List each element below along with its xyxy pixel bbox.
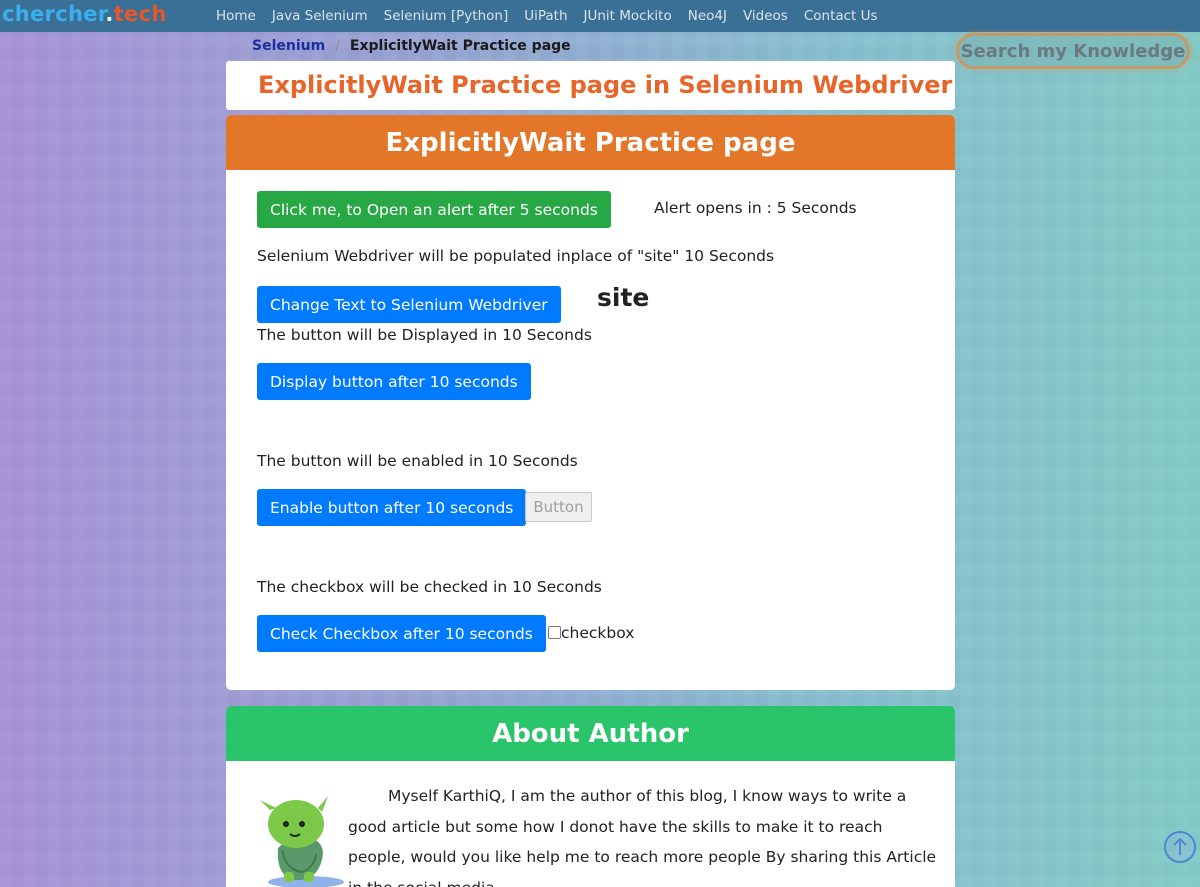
title-card: ExplicitlyWait Practice page in Selenium…: [226, 61, 955, 110]
logo-part-chercher: chercher: [2, 2, 106, 26]
breadcrumb-selenium[interactable]: Selenium: [252, 38, 325, 54]
site-logo[interactable]: chercher.tech: [2, 2, 167, 26]
scroll-to-top-button[interactable]: [1164, 831, 1196, 863]
display-info-text: The button will be Displayed in 10 Secon…: [257, 326, 592, 344]
check-checkbox-button[interactable]: Check Checkbox after 10 seconds: [257, 615, 546, 652]
checkbox-label: checkbox: [561, 624, 635, 642]
about-heading: About Author: [492, 718, 689, 749]
practice-header: ExplicitlyWait Practice page: [226, 115, 955, 170]
breadcrumb: Selenium / ExplicitlyWait Practice page: [252, 38, 571, 54]
alert-info-text: Alert opens in : 5 Seconds: [654, 199, 857, 217]
top-navbar: chercher.tech Home Java Selenium Seleniu…: [0, 0, 1200, 32]
display-button[interactable]: Display button after 10 seconds: [257, 363, 531, 400]
change-text-button[interactable]: Change Text to Selenium Webdriver: [257, 286, 561, 323]
enable-info-text: The button will be enabled in 10 Seconds: [257, 452, 578, 470]
main-nav: Home Java Selenium Selenium [Python] UiP…: [216, 0, 894, 32]
site-text: site: [597, 283, 650, 312]
nav-junit-mockito[interactable]: JUnit Mockito: [584, 8, 672, 24]
search-knowledge-button[interactable]: Search my Knowledge: [956, 33, 1190, 69]
about-text: Myself KarthiQ, I am the author of this …: [348, 787, 937, 887]
open-alert-button[interactable]: Click me, to Open an alert after 5 secon…: [257, 191, 611, 228]
enable-button[interactable]: Enable button after 10 seconds: [257, 489, 527, 526]
about-author-card: About Author Myself KarthiQ, I am the au…: [226, 706, 955, 887]
practice-heading: ExplicitlyWait Practice page: [385, 127, 796, 158]
disabled-button[interactable]: Button: [525, 492, 592, 522]
breadcrumb-separator: /: [335, 38, 340, 54]
logo-dot: .: [105, 2, 114, 26]
populate-info-text: Selenium Webdriver will be populated inp…: [257, 247, 775, 265]
nav-contact-us[interactable]: Contact Us: [804, 8, 878, 24]
nav-uipath[interactable]: UiPath: [524, 8, 567, 24]
practice-card: ExplicitlyWait Practice page Click me, t…: [226, 115, 955, 690]
checkbox-info-text: The checkbox will be checked in 10 Secon…: [257, 578, 602, 596]
page-title: ExplicitlyWait Practice page in Selenium…: [258, 71, 953, 99]
checkbox-input[interactable]: [548, 626, 561, 639]
nav-selenium-python[interactable]: Selenium [Python]: [384, 8, 509, 24]
arrow-up-icon: [1173, 837, 1187, 855]
nav-home[interactable]: Home: [216, 8, 256, 24]
breadcrumb-current: ExplicitlyWait Practice page: [349, 38, 571, 54]
about-header: About Author: [226, 706, 955, 761]
nav-java-selenium[interactable]: Java Selenium: [272, 8, 368, 24]
logo-part-tech: tech: [113, 2, 167, 26]
nav-videos[interactable]: Videos: [743, 8, 788, 24]
mascot-icon: [260, 796, 344, 887]
nav-neo4j[interactable]: Neo4J: [688, 8, 727, 24]
